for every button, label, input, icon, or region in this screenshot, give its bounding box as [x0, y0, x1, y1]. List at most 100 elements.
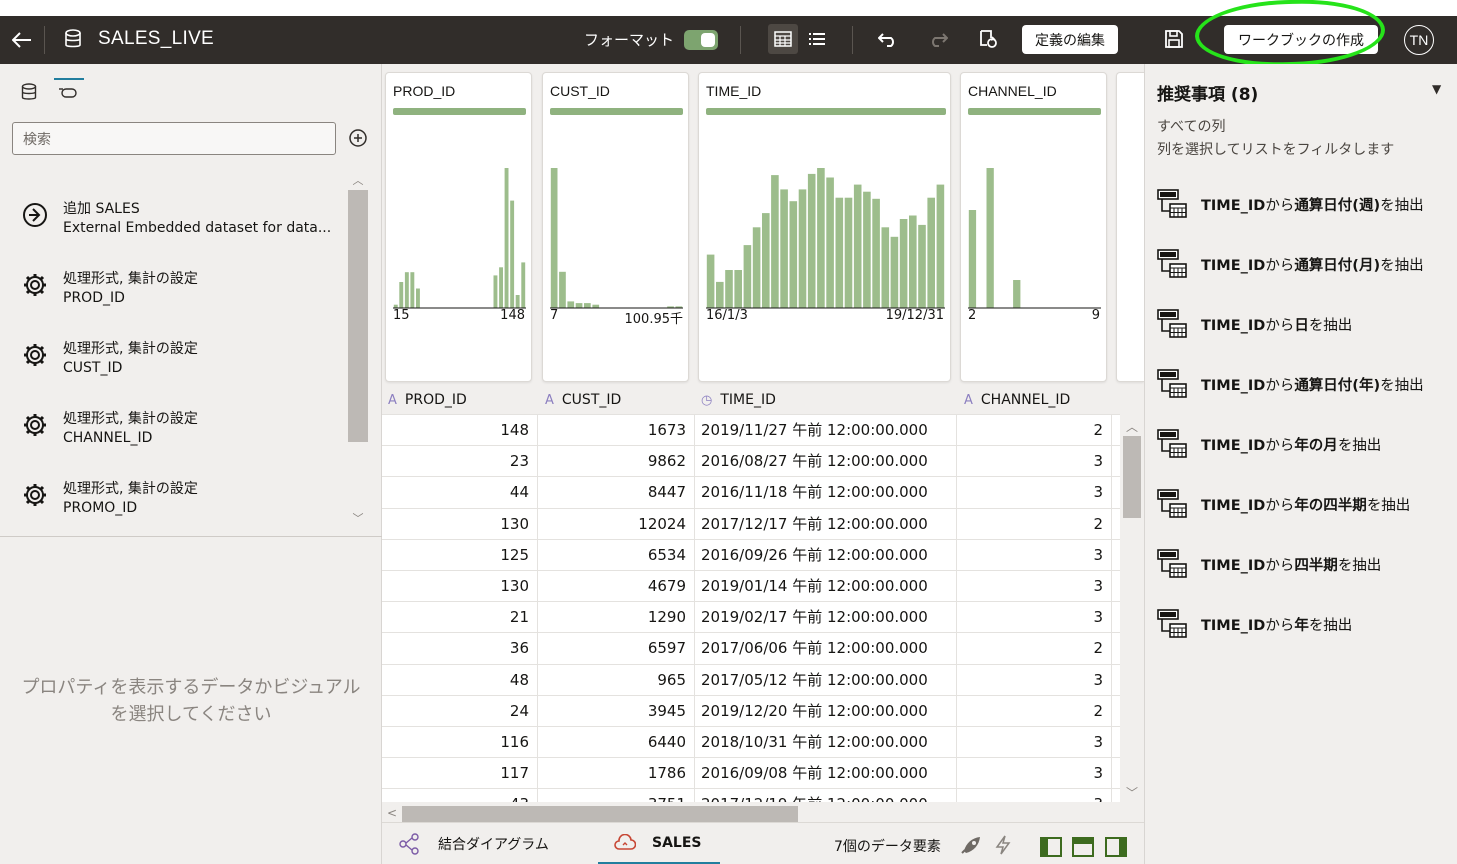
cell-prod-id[interactable]: 21 [382, 602, 538, 634]
histogram-bar[interactable] [550, 168, 558, 308]
table-row[interactable]: 125 6534 2016/09/26 午前 12:00:00.000 3 [382, 538, 1120, 571]
cell-cust-id[interactable]: 6597 [538, 633, 695, 665]
cell-time-id[interactable]: 2019/02/17 午前 12:00:00.000 [695, 602, 957, 634]
histogram-bar[interactable] [510, 200, 515, 308]
cell-prod-id[interactable]: 117 [382, 758, 538, 790]
format-toggle[interactable] [684, 30, 718, 50]
create-workbook-button[interactable]: ワークブックの作成 [1224, 25, 1378, 54]
cell-channel-id[interactable]: 3 [957, 789, 1112, 802]
chevron-down-icon[interactable]: ﹀ [1126, 784, 1138, 801]
tab-script[interactable] [54, 78, 84, 106]
histogram-bar[interactable] [927, 197, 935, 308]
histogram-bar[interactable] [780, 189, 788, 308]
table-vertical-scrollbar[interactable]: ︿ ﹀ [1120, 414, 1144, 802]
histogram-bar[interactable] [706, 254, 715, 308]
cell-cust-id[interactable]: 1290 [538, 602, 695, 634]
grid-view-button[interactable] [768, 24, 798, 54]
step-item[interactable]: 処理形式, 集計の設定 PROD_ID [0, 254, 345, 318]
undo-button[interactable] [874, 24, 902, 54]
cell-cust-id[interactable]: 12024 [538, 508, 695, 540]
histogram-bar[interactable] [567, 301, 575, 308]
left-panel-toggle-icon[interactable] [1040, 837, 1062, 857]
cell-channel-id[interactable]: 2 [957, 508, 1112, 540]
scrollbar-thumb[interactable] [402, 806, 798, 823]
histogram-bar[interactable] [872, 198, 880, 308]
list-view-button[interactable] [804, 24, 830, 54]
recommendation-item[interactable]: TIME_IDから通算日付(週)を抽出 [1157, 186, 1452, 222]
histogram-bar[interactable] [584, 303, 591, 308]
histogram-bar[interactable] [521, 262, 526, 308]
cell-cust-id[interactable]: 1786 [538, 758, 695, 790]
cell-prod-id[interactable]: 43 [382, 789, 538, 802]
histogram-bar[interactable] [771, 175, 779, 308]
cell-channel-id[interactable]: 3 [957, 477, 1112, 509]
histogram-bar[interactable] [762, 213, 770, 308]
column-header[interactable]: A CHANNEL_ID [964, 386, 1070, 414]
histogram-bar[interactable] [725, 270, 733, 308]
table-row[interactable]: 130 4679 2019/01/14 午前 12:00:00.000 3 [382, 570, 1120, 602]
add-step-button[interactable] [346, 126, 370, 150]
column-profile-card-partial[interactable] [1116, 72, 1144, 382]
tab-sales[interactable]: SALES [598, 823, 720, 864]
histogram-bar[interactable] [789, 201, 798, 308]
reload-data-button[interactable] [974, 24, 1002, 54]
cell-prod-id[interactable]: 130 [382, 571, 538, 602]
cell-prod-id[interactable]: 116 [382, 727, 538, 758]
histogram-bar[interactable] [416, 288, 420, 309]
histogram-bar[interactable] [968, 210, 977, 308]
cell-channel-id[interactable]: 3 [957, 727, 1112, 758]
scrollbar-thumb[interactable] [1123, 436, 1141, 518]
histogram-bar[interactable] [899, 219, 908, 308]
histogram-bar[interactable] [559, 271, 566, 308]
cell-time-id[interactable]: 2018/10/31 午前 12:00:00.000 [695, 727, 957, 758]
histogram-bar[interactable] [853, 184, 862, 308]
histogram-bar[interactable] [936, 184, 945, 308]
table-row[interactable]: 48 965 2017/05/12 午前 12:00:00.000 3 [382, 663, 1120, 696]
chevron-up-icon[interactable]: ︿ [1126, 418, 1138, 435]
cell-prod-id[interactable]: 48 [382, 664, 538, 696]
cell-prod-id[interactable]: 44 [382, 477, 538, 509]
cell-time-id[interactable]: 2016/08/27 午前 12:00:00.000 [695, 446, 957, 478]
table-row[interactable]: 36 6597 2017/06/06 午前 12:00:00.000 2 [382, 632, 1120, 665]
column-header[interactable]: A PROD_ID [388, 386, 467, 414]
search-input[interactable]: 検索 [12, 122, 336, 155]
column-profile-card[interactable]: CUST_ID 7 100.95千 [542, 72, 689, 382]
histogram-bar[interactable] [1013, 280, 1021, 308]
tab-join-diagram[interactable]: 結合ダイアグラム [398, 823, 549, 864]
cell-time-id[interactable]: 2017/12/19 午前 12:00:00.000 [695, 789, 957, 802]
histogram-bar[interactable] [807, 173, 816, 308]
histogram-bar[interactable] [863, 191, 871, 308]
histogram-bar[interactable] [504, 168, 509, 308]
recommendation-item[interactable]: TIME_IDから年を抽出 [1157, 606, 1452, 642]
histogram-bar[interactable] [734, 270, 742, 308]
cell-cust-id[interactable]: 1673 [538, 415, 695, 446]
cell-channel-id[interactable]: 3 [957, 539, 1112, 571]
cell-prod-id[interactable]: 23 [382, 446, 538, 478]
column-profile-card[interactable]: TIME_ID 16/1/3 19/12/31 [698, 72, 951, 382]
cell-channel-id[interactable]: 2 [957, 695, 1112, 727]
table-row[interactable]: 23 9862 2016/08/27 午前 12:00:00.000 3 [382, 445, 1120, 478]
cell-prod-id[interactable]: 24 [382, 695, 538, 727]
column-profile-card[interactable]: CHANNEL_ID 2 9 [960, 72, 1107, 382]
recommendation-item[interactable]: TIME_IDから四半期を抽出 [1157, 546, 1452, 582]
table-row[interactable]: 4337512017/12/19 午前 12:00:00.0003 [382, 788, 1120, 802]
cell-time-id[interactable]: 2019/01/14 午前 12:00:00.000 [695, 571, 957, 602]
step-item[interactable]: 追加 SALES External Embedded dataset for d… [0, 184, 345, 248]
caret-down-icon[interactable]: ▼ [1432, 82, 1441, 96]
histogram-bar[interactable] [410, 272, 415, 308]
cell-cust-id[interactable]: 8447 [538, 477, 695, 509]
cell-cust-id[interactable]: 9862 [538, 446, 695, 478]
histogram-bar[interactable] [881, 227, 890, 308]
cell-time-id[interactable]: 2016/09/26 午前 12:00:00.000 [695, 539, 957, 571]
histogram-bar[interactable] [515, 295, 520, 308]
step-item[interactable]: 処理形式, 集計の設定 PROMO_ID [0, 464, 345, 528]
cell-cust-id[interactable]: 6534 [538, 539, 695, 571]
right-panel-toggle-icon[interactable] [1105, 837, 1127, 857]
cell-cust-id[interactable]: 3945 [538, 695, 695, 727]
table-row[interactable]: 44 8447 2016/11/18 午前 12:00:00.000 3 [382, 476, 1120, 509]
step-item[interactable]: 処理形式, 集計の設定 CUST_ID [0, 324, 345, 388]
cell-time-id[interactable]: 2017/06/06 午前 12:00:00.000 [695, 633, 957, 665]
column-profile-card[interactable]: PROD_ID 15 148 [385, 72, 532, 382]
cell-channel-id[interactable]: 3 [957, 571, 1112, 602]
recommendation-item[interactable]: TIME_IDから日を抽出 [1157, 306, 1452, 342]
